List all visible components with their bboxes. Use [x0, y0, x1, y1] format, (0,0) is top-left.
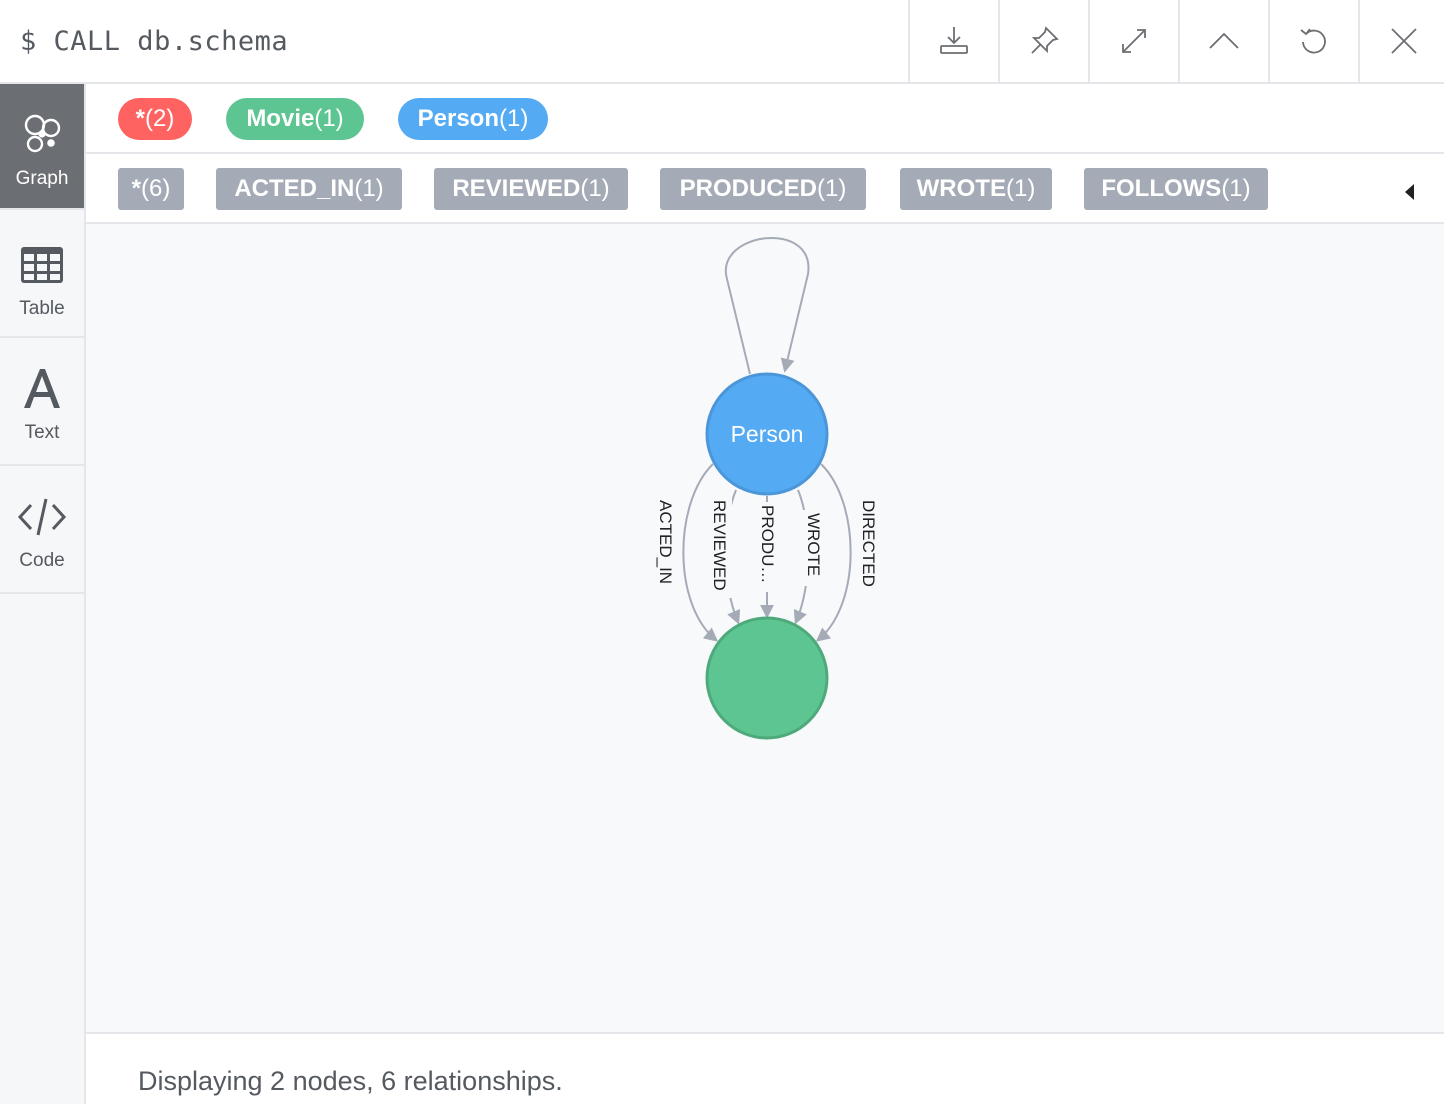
rel-directed-label: DIRECTED	[859, 500, 878, 587]
close-icon	[1391, 28, 1417, 54]
tab-graph-label: Graph	[15, 168, 69, 189]
node-label-count: (2)	[145, 105, 175, 132]
rel-type-all[interactable]: * (6)	[118, 168, 184, 210]
tab-text[interactable]: Text	[0, 340, 84, 466]
refresh-icon	[1300, 28, 1326, 54]
query-bar: $ CALL db.schema	[0, 0, 1444, 84]
rel-type-follows[interactable]: FOLLOWS (1)	[1084, 168, 1268, 210]
node-label-count: (1)	[499, 105, 529, 132]
node-person-caption: Person	[731, 421, 804, 447]
node-label-name: Movie	[246, 105, 315, 132]
table-icon	[21, 247, 63, 283]
rel-wrote-label: WROTE	[804, 513, 823, 576]
rel-type-name: ACTED_IN	[234, 175, 355, 202]
rel-type-count: (1)	[1221, 175, 1251, 202]
graph-svg[interactable]: ACTED_IN REVIEWED PRODU… WROTE DIRECTED …	[86, 224, 1444, 1032]
pin-icon	[1031, 26, 1059, 54]
view-switcher: Graph Table Text Code	[0, 84, 86, 1104]
node-label-person[interactable]: Person (1)	[398, 98, 548, 140]
rel-produced-label: PRODU…	[758, 505, 777, 583]
legend-collapse-caret-icon[interactable]	[1405, 184, 1414, 200]
collapse-button[interactable]	[1178, 0, 1268, 82]
rel-type-produced[interactable]: PRODUCED (1)	[660, 168, 866, 210]
rel-type-count: (1)	[580, 175, 610, 202]
rel-type-count: (1)	[354, 175, 384, 202]
node-label-name: *	[135, 105, 145, 132]
rel-type-name: WROTE	[916, 175, 1006, 202]
export-button[interactable]	[908, 0, 998, 82]
chevron-up-icon	[1209, 32, 1239, 49]
node-label-all[interactable]: * (2)	[118, 98, 192, 140]
node-label-name: Person	[417, 105, 500, 132]
close-button[interactable]	[1358, 0, 1444, 82]
graph-canvas[interactable]: ACTED_IN REVIEWED PRODU… WROTE DIRECTED …	[86, 224, 1444, 1032]
query-prompt: $	[20, 26, 37, 57]
rel-acted-in-label: ACTED_IN	[656, 500, 675, 584]
tab-table[interactable]: Table	[0, 212, 84, 338]
rel-type-count: (6)	[141, 175, 171, 202]
rel-type-count: (1)	[817, 175, 847, 202]
rel-type-name: FOLLOWS	[1101, 175, 1222, 202]
status-bar: Displaying 2 nodes, 6 relationships.	[86, 1032, 1444, 1104]
rel-type-name: *	[131, 175, 141, 202]
tab-table-label: Table	[19, 298, 65, 319]
rel-type-reviewed[interactable]: REVIEWED (1)	[434, 168, 628, 210]
code-icon	[17, 498, 67, 536]
node-movie[interactable]	[705, 616, 829, 740]
rerun-button[interactable]	[1268, 0, 1358, 82]
status-message: Displaying 2 nodes, 6 relationships.	[138, 1066, 563, 1096]
pin-button[interactable]	[998, 0, 1088, 82]
rel-type-count: (1)	[1005, 175, 1036, 202]
expand-icon	[1122, 29, 1146, 53]
text-icon	[24, 369, 60, 408]
node-label-movie[interactable]: Movie (1)	[226, 98, 364, 140]
node-label-count: (1)	[314, 105, 344, 132]
rel-reviewed-label: REVIEWED	[710, 500, 729, 591]
rel-type-wrote[interactable]: WROTE (1)	[900, 168, 1052, 210]
rel-follows-loop[interactable]	[724, 236, 810, 375]
relationship-type-legend: * (6) ACTED_IN (1) REVIEWED (1) PRODUCED (1)…	[86, 154, 1444, 224]
rel-type-acted-in[interactable]: ACTED_IN (1)	[216, 168, 402, 210]
fullscreen-button[interactable]	[1088, 0, 1178, 82]
tab-graph[interactable]: Graph	[0, 84, 84, 210]
tab-text-label: Text	[24, 422, 60, 443]
download-icon	[940, 27, 968, 54]
graph-icon	[24, 114, 61, 153]
tab-code-label: Code	[19, 550, 65, 571]
query-text[interactable]: $ CALL db.schema	[20, 26, 288, 57]
query-statement: CALL db.schema	[53, 26, 289, 57]
rel-type-name: REVIEWED	[452, 175, 581, 202]
tab-code[interactable]: Code	[0, 468, 84, 594]
rel-type-name: PRODUCED	[679, 175, 817, 202]
node-label-legend: * (2) Movie (1) Person (1)	[86, 84, 1444, 154]
